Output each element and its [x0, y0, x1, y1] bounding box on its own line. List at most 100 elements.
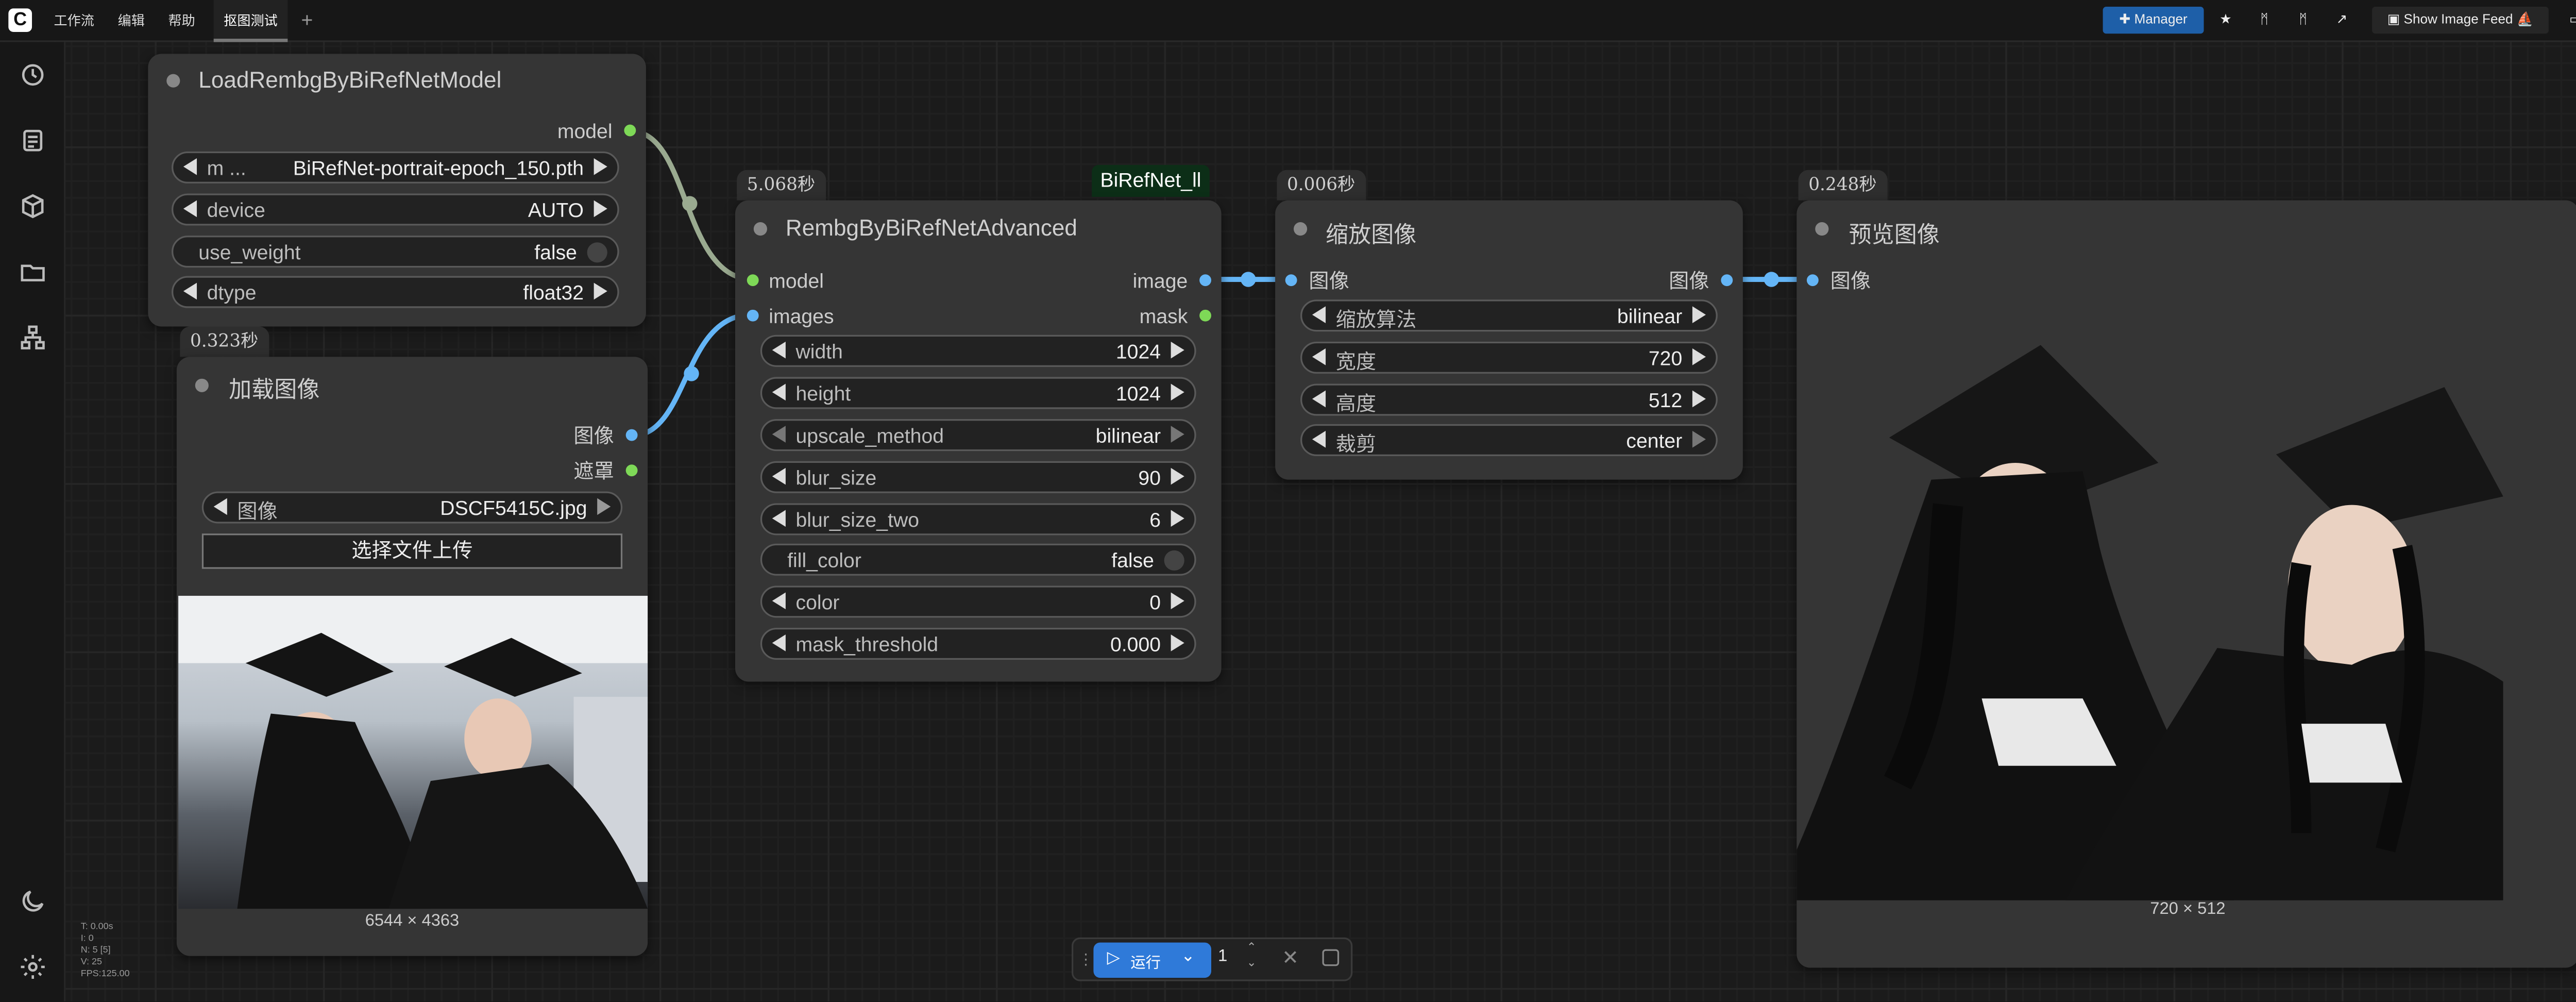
upload-button[interactable]: 选择文件上传 [201, 533, 623, 569]
output-image-label: image [1132, 269, 1188, 293]
canvas-stats: T: 0.00s I: 0 N: 5 [5] V: 25 FPS:125.00 [81, 922, 130, 981]
output-model-slot[interactable] [624, 124, 636, 137]
graduates-photo-icon [178, 595, 648, 909]
play-icon: ▷ [1107, 949, 1120, 968]
execution-time-badge: 0.248秒 [1798, 170, 1887, 201]
use-weight-value: false [534, 240, 577, 264]
height-number[interactable]: height 1024 [760, 377, 1196, 409]
output-mask-label: mask [1139, 305, 1188, 328]
execution-time-badge: 0.323秒 [180, 326, 269, 357]
use-weight-toggle[interactable]: use_weight false [172, 236, 619, 268]
node-preview-image[interactable]: 预览图像 图像 720 × 512 [1797, 200, 2576, 968]
node-title: RembgByBiRefNetAdvanced [785, 215, 1077, 241]
blur-size-value: 90 [1138, 466, 1161, 490]
stat-v: V: 25 [80, 957, 103, 968]
height-value: 1024 [1115, 382, 1161, 406]
image-size-label: 6544 × 4363 [365, 912, 460, 931]
run-button[interactable]: ▷ 运行 ⌄ [1093, 942, 1212, 978]
blur-size-two-number[interactable]: blur_size_two 6 [760, 503, 1196, 536]
stat-nodes: N: 5 [5] [80, 946, 111, 956]
run-label: 运行 [1130, 954, 1161, 972]
stat-fps: FPS:125.00 [80, 969, 130, 980]
cancel-icon[interactable]: ✕ [1282, 946, 1299, 970]
node-collapse-dot[interactable] [1815, 222, 1829, 236]
input-image-slot[interactable] [1285, 274, 1297, 287]
crop-value: center [1626, 429, 1683, 453]
batch-stepper-icon[interactable]: ⌃ ⌄ [1247, 941, 1257, 971]
stat-time: T: 0.00s [80, 922, 113, 932]
crop-combo[interactable]: 裁剪 center [1300, 424, 1718, 456]
model-combo[interactable]: m ... BiRefNet-portrait-epoch_150.pth [172, 151, 619, 183]
node-collapse-dot[interactable] [166, 74, 180, 88]
output-mask-label: 遮罩 [573, 459, 614, 483]
blur-size-two-label: blur_size_two [795, 508, 920, 532]
output-mask-slot[interactable] [625, 464, 638, 477]
preview-size-label: 720 × 512 [2150, 900, 2226, 919]
input-model-label: model [769, 269, 824, 293]
batch-count-input[interactable]: 1 [1218, 947, 1227, 966]
execution-time-badge: 5.068秒 [737, 170, 825, 201]
width-label: width [795, 340, 843, 364]
node-rembg-birefnet-advanced[interactable]: RembgByBiRefNetAdvanced model image imag… [735, 200, 1222, 682]
blur-size-number[interactable]: blur_size 90 [760, 461, 1196, 493]
device-label: device [207, 198, 265, 223]
model-label: m ... [207, 156, 246, 180]
node-collapse-dot[interactable] [195, 378, 209, 392]
device-combo[interactable]: device AUTO [172, 193, 619, 226]
execution-time-badge: 0.006秒 [1277, 170, 1365, 201]
stop-icon[interactable] [1322, 949, 1340, 966]
node-title: 预览图像 [1849, 222, 1940, 247]
height-label: height [795, 382, 851, 406]
model-value: BiRefNet-portrait-epoch_150.pth [293, 156, 584, 180]
output-image-label: 图像 [573, 424, 614, 448]
mask-threshold-number[interactable]: mask_threshold 0.000 [760, 627, 1196, 660]
scale-height-number[interactable]: 高度 512 [1300, 383, 1718, 416]
node-scale-image[interactable]: 缩放图像 图像 图像 缩放算法 bilinear 宽度 720 高度 512 裁剪 ce… [1275, 200, 1743, 480]
cutout-graduates-icon [1797, 345, 2503, 900]
input-images-label: images [769, 305, 834, 328]
output-image-slot[interactable] [625, 429, 638, 441]
color-number[interactable]: color 0 [760, 586, 1196, 618]
input-model-slot[interactable] [747, 274, 759, 287]
scale-width-number[interactable]: 宽度 720 [1300, 341, 1718, 374]
input-image-label: 图像 [1309, 269, 1349, 293]
input-images-slot[interactable] [747, 309, 759, 322]
scale-method-combo[interactable]: 缩放算法 bilinear [1300, 299, 1718, 332]
chevron-down-icon[interactable]: ⌄ [1181, 947, 1195, 966]
model-badge: BiRefNet_ll [1092, 164, 1210, 197]
use-weight-label: use_weight [198, 240, 301, 264]
crop-label: 裁剪 [1335, 432, 1377, 456]
fill-color-value: false [1111, 548, 1154, 573]
output-mask-slot[interactable] [1199, 309, 1212, 322]
device-value: AUTO [528, 198, 584, 223]
output-image-slot[interactable] [1199, 274, 1212, 287]
scale-method-value: bilinear [1617, 305, 1683, 328]
node-title: LoadRembgByBiRefNetModel [198, 67, 502, 93]
preview-output-image [1797, 345, 2503, 900]
output-image-slot[interactable] [1721, 274, 1733, 287]
scale-width-label: 宽度 [1335, 350, 1377, 374]
color-label: color [795, 591, 840, 614]
dtype-label: dtype [207, 281, 257, 305]
input-image-slot[interactable] [1806, 274, 1819, 287]
scale-height-value: 512 [1648, 389, 1683, 412]
loaded-image-preview [178, 595, 648, 909]
upscale-method-combo[interactable]: upscale_method bilinear [760, 419, 1196, 452]
width-number[interactable]: width 1024 [760, 335, 1196, 367]
stat-i: I: 0 [80, 934, 94, 944]
image-combo[interactable]: 图像 DSCF5415C.jpg [201, 491, 623, 524]
scale-height-label: 高度 [1335, 392, 1377, 416]
run-toolbar: ⋮ ▷ 运行 ⌄ 1 ⌃ ⌄ ✕ [1071, 937, 1353, 981]
dtype-value: float32 [523, 281, 584, 305]
node-title: 加载图像 [229, 377, 320, 403]
node-load-birefnet-model[interactable]: LoadRembgByBiRefNetModel model m ... BiRe… [148, 54, 646, 327]
fill-color-toggle[interactable]: fill_color false [760, 543, 1196, 576]
dtype-combo[interactable]: dtype float32 [172, 276, 619, 308]
width-value: 1024 [1115, 340, 1161, 364]
node-collapse-dot[interactable] [753, 222, 767, 236]
node-load-image[interactable]: 加载图像 图像 遮罩 图像 DSCF5415C.jpg 选择文件上传 6544 ×… [176, 357, 648, 956]
input-image-label: 图像 [1830, 269, 1871, 293]
drag-handle-icon[interactable]: ⋮ [1078, 951, 1093, 970]
scale-width-value: 720 [1648, 346, 1683, 371]
node-collapse-dot[interactable] [1294, 222, 1308, 236]
